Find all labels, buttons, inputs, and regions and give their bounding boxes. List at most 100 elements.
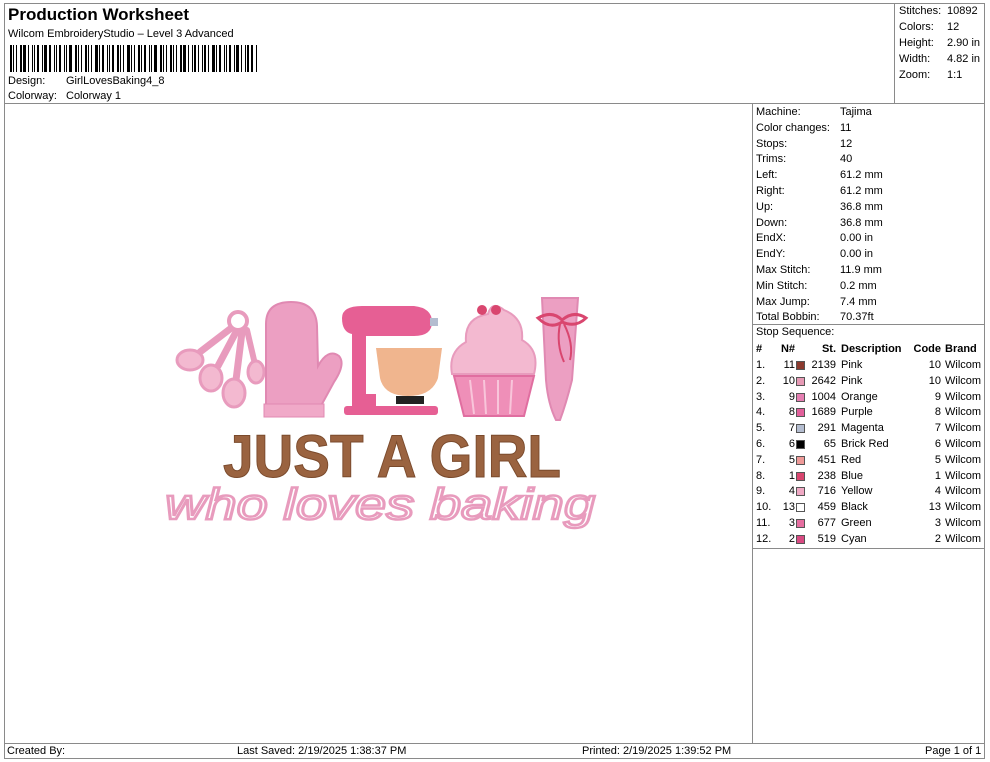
machine-info-row: Left: 61.2 mm	[756, 168, 883, 183]
color-swatch	[796, 440, 805, 449]
barcode-bar	[32, 45, 33, 72]
stop-idx: 2.	[756, 374, 766, 387]
column-header-code: Code	[913, 343, 942, 355]
stop-code: 5	[934, 453, 941, 466]
barcode-bar	[166, 45, 167, 72]
stop-n: 5	[788, 453, 795, 466]
color-swatch	[796, 424, 805, 434]
summary-key: Height:	[899, 37, 934, 49]
barcode-bar	[56, 45, 57, 72]
barcode-bar	[127, 45, 130, 72]
barcode-bar	[183, 45, 186, 72]
oven-mitt-icon	[263, 300, 343, 418]
piping-bag-icon	[535, 297, 589, 421]
stop-st: 716	[817, 485, 836, 498]
stop-idx: 5.	[756, 422, 766, 435]
stop-brand: Wilcom	[945, 517, 982, 529]
barcode-bar	[42, 45, 43, 72]
barcode-bar	[66, 45, 67, 72]
color-swatch	[796, 361, 805, 370]
machine-info-row: EndY: 0.00 in	[756, 247, 873, 262]
summary-value: 10892	[947, 5, 978, 17]
stand-mixer-icon	[342, 306, 442, 415]
barcode-bar	[20, 45, 22, 72]
stop-idx: 6.	[756, 438, 766, 450]
barcode-bar	[69, 45, 72, 72]
stop-row: 3. 9 1004 Orange 9 Wilcom	[753, 390, 985, 405]
stop-n: 10	[782, 374, 795, 387]
stop-brand: Wilcom	[945, 469, 982, 482]
barcode-image	[10, 45, 260, 72]
info-key: EndX:	[756, 232, 786, 245]
barcode-bar	[134, 45, 135, 72]
divider	[753, 324, 985, 325]
barcode-bar	[117, 45, 119, 72]
info-key: Machine:	[756, 106, 801, 118]
colorway-value: Colorway 1	[66, 90, 122, 102]
stop-code: 3	[934, 517, 941, 529]
stop-brand: Wilcom	[945, 390, 982, 403]
stop-code: 10	[928, 374, 941, 387]
stop-desc: Brick Red	[841, 438, 889, 450]
color-swatch	[796, 534, 805, 544]
barcode-bar	[95, 45, 98, 72]
stop-brand: Wilcom	[945, 532, 982, 545]
stop-idx: 9.	[756, 485, 766, 498]
stop-sequence-label: Stop Sequence:	[756, 326, 835, 338]
barcode-bar	[120, 45, 121, 72]
barcode-bar	[160, 45, 162, 72]
barcode-bar	[226, 45, 227, 72]
machine-info-row: Max Jump: 7.4 mm	[756, 295, 877, 310]
page-title: Production Worksheet	[8, 5, 190, 24]
barcode-bar	[188, 45, 189, 72]
info-value: 12	[840, 137, 853, 150]
stop-desc: Pink	[841, 359, 863, 371]
last-saved: Last Saved: 2/19/2025 1:38:37 PM	[237, 745, 407, 757]
stop-idx: 3.	[756, 390, 766, 403]
info-value: 7.4 mm	[840, 295, 877, 308]
barcode-bar	[131, 45, 132, 72]
stop-brand: Wilcom	[945, 453, 982, 466]
stop-idx: 10.	[756, 501, 772, 514]
design-row: Design: GirlLovesBaking4_8	[8, 75, 164, 87]
barcode-bar	[198, 45, 199, 72]
barcode-bar	[241, 45, 242, 72]
design-preview-area: JUST A GIRL who loves baking	[4, 104, 753, 743]
stop-row: 12. 2 519 Cyan 2 Wilcom	[753, 532, 985, 547]
barcode-bar	[224, 45, 225, 72]
barcode-bar	[59, 45, 61, 72]
stop-n: 9	[788, 390, 795, 403]
barcode-bar	[99, 45, 100, 72]
machine-info-row: Right: 61.2 mm	[756, 184, 883, 199]
barcode-bar	[194, 45, 196, 72]
barcode-bar	[216, 45, 217, 72]
page-number: Page 1 of 1	[925, 745, 982, 757]
info-key: Down:	[756, 216, 788, 229]
stop-sequence-header: # N# St. Description Code Brand	[753, 342, 985, 357]
stop-brand: Wilcom	[945, 406, 982, 419]
info-key: Trims:	[756, 153, 787, 166]
stop-st: 1004	[811, 390, 836, 403]
stop-code: 8	[934, 406, 941, 419]
barcode-bar	[229, 45, 231, 72]
stop-brand: Wilcom	[945, 374, 982, 387]
design-label: Design:	[8, 75, 46, 87]
summary-key: Zoom:	[899, 69, 931, 81]
info-key: Right:	[756, 185, 785, 197]
barcode-bar	[85, 45, 87, 72]
stop-desc: Orange	[841, 390, 878, 403]
stop-row: 6. 6 65 Brick Red 6 Wilcom	[753, 437, 985, 452]
stop-st: 291	[817, 422, 836, 435]
stop-idx: 8.	[756, 469, 766, 482]
machine-info-row: Trims: 40	[756, 152, 852, 167]
stop-n: 4	[788, 485, 795, 498]
stop-idx: 1.	[756, 359, 766, 371]
info-key: Max Jump:	[756, 295, 810, 308]
stop-code: 6	[934, 438, 941, 450]
summary-row: Stitches: 10892	[899, 5, 978, 17]
barcode-bar	[112, 45, 114, 72]
column-header-st: St.	[821, 343, 836, 355]
summary-row: Colors: 12	[899, 21, 959, 33]
barcode-bar	[170, 45, 172, 72]
stop-code: 13	[928, 501, 941, 514]
